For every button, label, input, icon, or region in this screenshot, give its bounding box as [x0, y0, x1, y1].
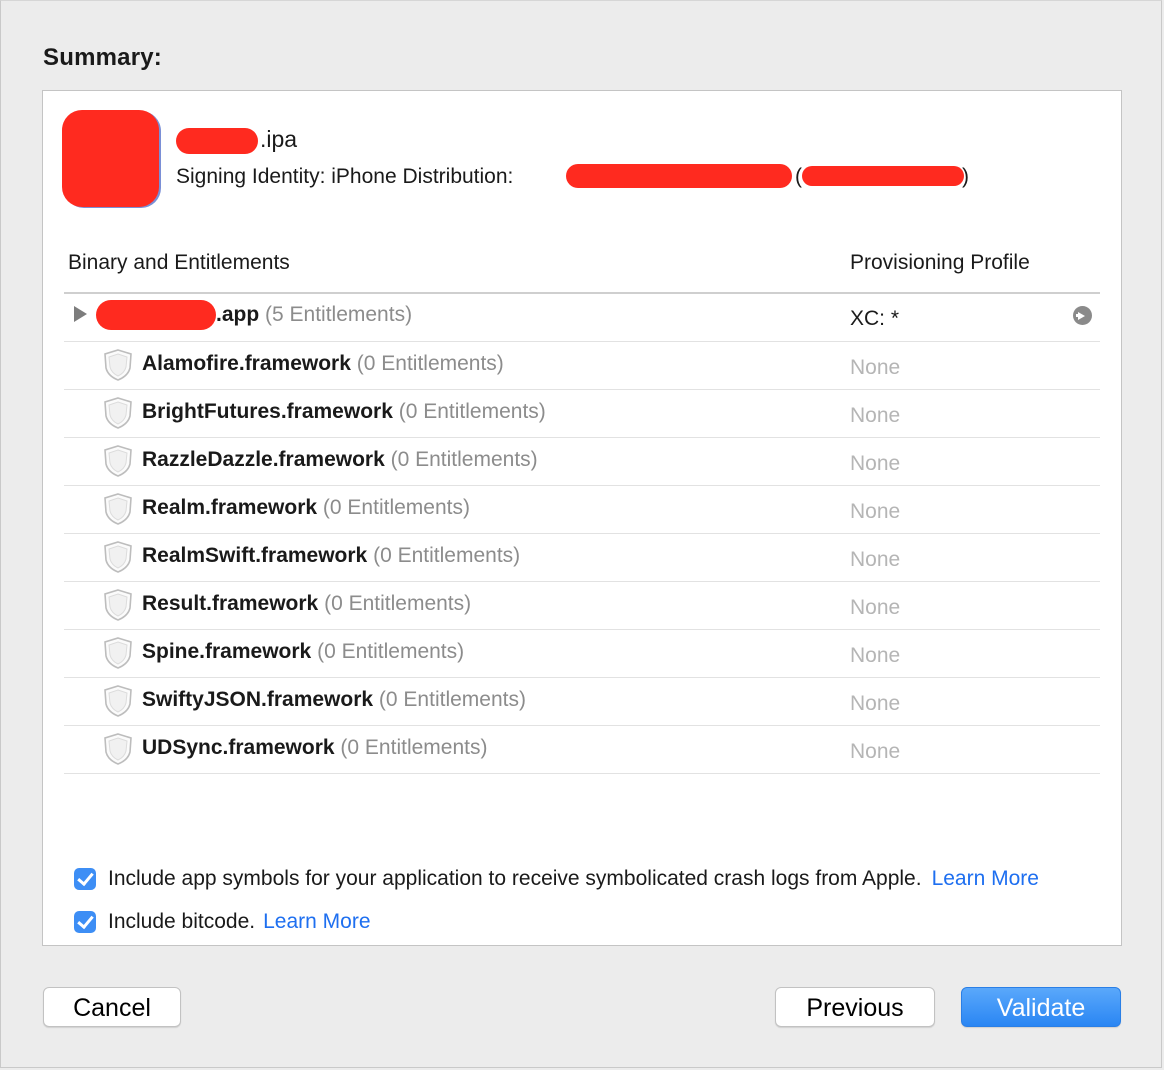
previous-button[interactable]: Previous: [775, 987, 935, 1027]
framework-shield-icon: [102, 732, 134, 766]
include-bitcode-label: Include bitcode.: [108, 910, 256, 933]
table-row[interactable]: BrightFutures.framework (0 Entitlements)…: [64, 390, 1100, 438]
table-row[interactable]: UDSync.framework (0 Entitlements) None: [64, 726, 1100, 774]
framework-title: RealmSwift.framework: [142, 544, 368, 567]
signing-paren-open: (: [795, 165, 802, 188]
provisioning-profile: None: [850, 548, 901, 571]
framework-title: Result.framework: [142, 592, 319, 615]
entitlements-count: (0 Entitlements): [317, 640, 465, 663]
framework-title: RazzleDazzle.framework: [142, 448, 385, 471]
framework-name: BrightFutures.framework (0 Entitlements): [142, 398, 546, 426]
framework-name: SwiftyJSON.framework (0 Entitlements): [142, 686, 526, 714]
validate-button[interactable]: Validate: [961, 987, 1121, 1027]
page-title: Summary:: [43, 44, 162, 71]
provisioning-profile: None: [850, 356, 901, 379]
provisioning-profile: None: [850, 692, 901, 715]
signing-paren-close: ): [962, 165, 969, 188]
entitlements-count: (0 Entitlements): [398, 400, 546, 423]
symbols-learn-more-link[interactable]: Learn More: [932, 865, 1039, 893]
go-to-arrow-icon[interactable]: [1073, 306, 1092, 325]
framework-title: Spine.framework: [142, 640, 312, 663]
redacted-team-id: [802, 166, 964, 186]
signing-identity-label: Signing Identity: iPhone Distribution:: [176, 165, 514, 188]
framework-name: Spine.framework (0 Entitlements): [142, 638, 464, 666]
redacted-app-binary-name: [96, 300, 216, 330]
provisioning-profile: None: [850, 596, 901, 619]
app-icon: [62, 110, 159, 207]
framework-title: SwiftyJSON.framework: [142, 688, 374, 711]
provisioning-profile: None: [850, 740, 901, 763]
entitlements-count: (0 Entitlements): [390, 448, 538, 471]
table-row[interactable]: Realm.framework (0 Entitlements) None: [64, 486, 1100, 534]
framework-title: Alamofire.framework: [142, 352, 351, 375]
entitlements-count: (0 Entitlements): [373, 544, 521, 567]
include-symbols-label: Include app symbols for your application…: [108, 867, 922, 890]
entitlements-table: .app (5 Entitlements) XC: * Alamofire.fr…: [64, 294, 1100, 774]
column-header-binary: Binary and Entitlements: [68, 251, 290, 274]
entitlements-count: (0 Entitlements): [378, 688, 526, 711]
framework-shield-icon: [102, 588, 134, 622]
entitlements-count: (5 Entitlements): [265, 303, 413, 326]
redacted-signing-name: [566, 164, 792, 188]
framework-shield-icon: [102, 444, 134, 478]
entitlements-count: (0 Entitlements): [324, 592, 472, 615]
framework-title: UDSync.framework: [142, 736, 335, 759]
framework-shield-icon: [102, 540, 134, 574]
provisioning-profile: None: [850, 452, 901, 475]
disclosure-triangle-icon[interactable]: [74, 306, 87, 322]
framework-name: Realm.framework (0 Entitlements): [142, 494, 470, 522]
column-header-profile: Provisioning Profile: [850, 251, 1030, 274]
provisioning-profile: XC: *: [850, 307, 900, 330]
table-row[interactable]: SwiftyJSON.framework (0 Entitlements) Non…: [64, 678, 1100, 726]
framework-shield-icon: [102, 396, 134, 430]
table-row[interactable]: Alamofire.framework (0 Entitlements) None: [64, 342, 1100, 390]
include-symbols-checkbox[interactable]: [74, 868, 96, 890]
app-binary-name: .app (5 Entitlements): [216, 301, 412, 329]
redacted-app-name: [176, 127, 258, 154]
framework-shield-icon: [102, 636, 134, 670]
bitcode-learn-more-link[interactable]: Learn More: [263, 908, 370, 936]
ipa-filename: .ipa: [176, 124, 297, 154]
include-symbols-option[interactable]: Include app symbols for your application…: [74, 865, 1039, 893]
table-row[interactable]: RealmSwift.framework (0 Entitlements) Non…: [64, 534, 1100, 582]
framework-name: UDSync.framework (0 Entitlements): [142, 734, 487, 762]
framework-name: Alamofire.framework (0 Entitlements): [142, 350, 504, 378]
framework-name: Result.framework (0 Entitlements): [142, 590, 471, 618]
framework-name: RealmSwift.framework (0 Entitlements): [142, 542, 520, 570]
table-row-app[interactable]: .app (5 Entitlements) XC: *: [64, 294, 1100, 342]
framework-name: RazzleDazzle.framework (0 Entitlements): [142, 446, 538, 474]
framework-shield-icon: [102, 492, 134, 526]
table-row[interactable]: RazzleDazzle.framework (0 Entitlements) N…: [64, 438, 1100, 486]
entitlements-count: (0 Entitlements): [340, 736, 488, 759]
provisioning-profile: None: [850, 404, 901, 427]
entitlements-count: (0 Entitlements): [356, 352, 504, 375]
framework-shield-icon: [102, 348, 134, 382]
table-row[interactable]: Result.framework (0 Entitlements) None: [64, 582, 1100, 630]
ipa-suffix: .ipa: [260, 126, 298, 152]
table-row[interactable]: Spine.framework (0 Entitlements) None: [64, 630, 1100, 678]
framework-title: BrightFutures.framework: [142, 400, 393, 423]
entitlements-count: (0 Entitlements): [322, 496, 470, 519]
framework-title: Realm.framework: [142, 496, 318, 519]
provisioning-profile: None: [850, 644, 901, 667]
framework-shield-icon: [102, 684, 134, 718]
cancel-button[interactable]: Cancel: [43, 987, 181, 1027]
include-bitcode-option[interactable]: Include bitcode. Learn More: [74, 908, 371, 936]
include-bitcode-checkbox[interactable]: [74, 911, 96, 933]
provisioning-profile: None: [850, 500, 901, 523]
app-suffix: .app: [216, 303, 260, 326]
